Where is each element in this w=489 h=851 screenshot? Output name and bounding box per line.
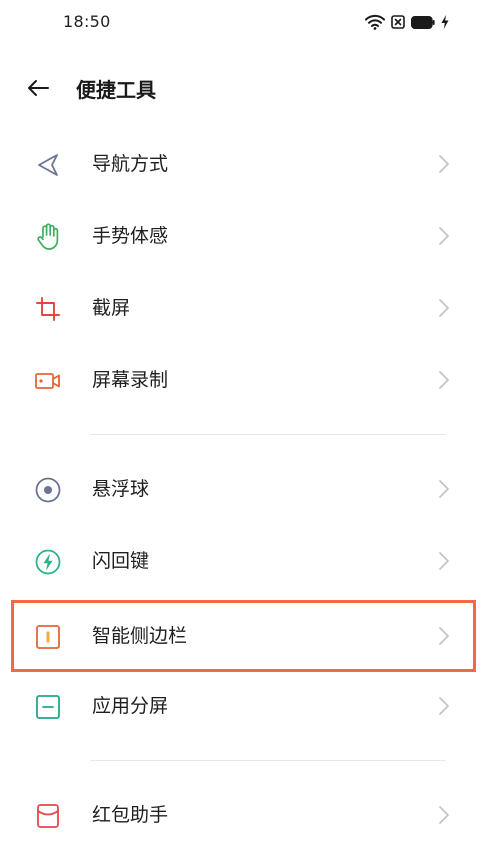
status-icons	[365, 13, 449, 31]
status-bar: 18:50	[0, 0, 489, 44]
sim-off-icon	[391, 15, 405, 29]
arrow-left-icon	[28, 80, 49, 96]
list-item-label: 悬浮球	[92, 478, 150, 500]
list-item-label: 导航方式	[92, 153, 169, 175]
hand-gesture-icon	[34, 223, 62, 251]
list-item-split-screen[interactable]: 应用分屏	[0, 670, 489, 742]
list-item-flashback-key[interactable]: 闪回键	[0, 525, 489, 597]
sidebar-icon	[34, 623, 62, 651]
header: 便捷工具	[0, 62, 489, 114]
page-title: 便捷工具	[76, 78, 156, 102]
flashback-icon	[34, 548, 62, 576]
crop-icon	[34, 295, 62, 323]
list-item-label: 红包助手	[92, 804, 169, 826]
list-item-label: 智能侧边栏	[92, 625, 188, 647]
back-button[interactable]	[20, 72, 56, 104]
list-item-smart-sidebar[interactable]: 智能侧边栏	[0, 600, 489, 672]
chevron-right-icon	[439, 552, 449, 570]
video-record-icon	[34, 367, 62, 395]
list-item-screen-recording[interactable]: 屏幕录制	[0, 344, 489, 416]
list-item-gesture[interactable]: 手势体感	[0, 200, 489, 272]
chevron-right-icon	[439, 697, 449, 715]
chevron-right-icon	[439, 155, 449, 173]
list-item-label: 屏幕录制	[92, 369, 169, 391]
floating-ball-icon	[34, 476, 62, 504]
list-item-floating-ball[interactable]: 悬浮球	[0, 453, 489, 525]
list-item-label: 截屏	[92, 297, 131, 319]
chevron-right-icon	[439, 627, 449, 645]
navigation-triangle-icon	[34, 151, 62, 179]
list-item-screenshot[interactable]: 截屏	[0, 272, 489, 344]
chevron-right-icon	[439, 371, 449, 389]
list-item-label: 手势体感	[92, 225, 169, 247]
status-time: 18:50	[63, 12, 111, 31]
section-divider	[90, 760, 446, 761]
list-item-red-envelope-assistant[interactable]: 红包助手	[0, 779, 489, 851]
charging-icon	[441, 15, 449, 29]
chevron-right-icon	[439, 806, 449, 824]
chevron-right-icon	[439, 480, 449, 498]
list-item-label: 闪回键	[92, 550, 150, 572]
split-screen-icon	[34, 693, 62, 721]
list-item-label: 应用分屏	[92, 695, 169, 717]
wifi-icon	[365, 14, 385, 30]
battery-icon	[411, 15, 435, 29]
chevron-right-icon	[439, 227, 449, 245]
red-envelope-icon	[34, 802, 62, 830]
section-divider	[90, 434, 446, 435]
list-item-navigation-mode[interactable]: 导航方式	[0, 128, 489, 200]
chevron-right-icon	[439, 299, 449, 317]
screen: 18:50 便捷工具 导航方式 手势体感 截屏 屏幕录制 悬浮球 闪回键 智能侧…	[0, 0, 489, 851]
